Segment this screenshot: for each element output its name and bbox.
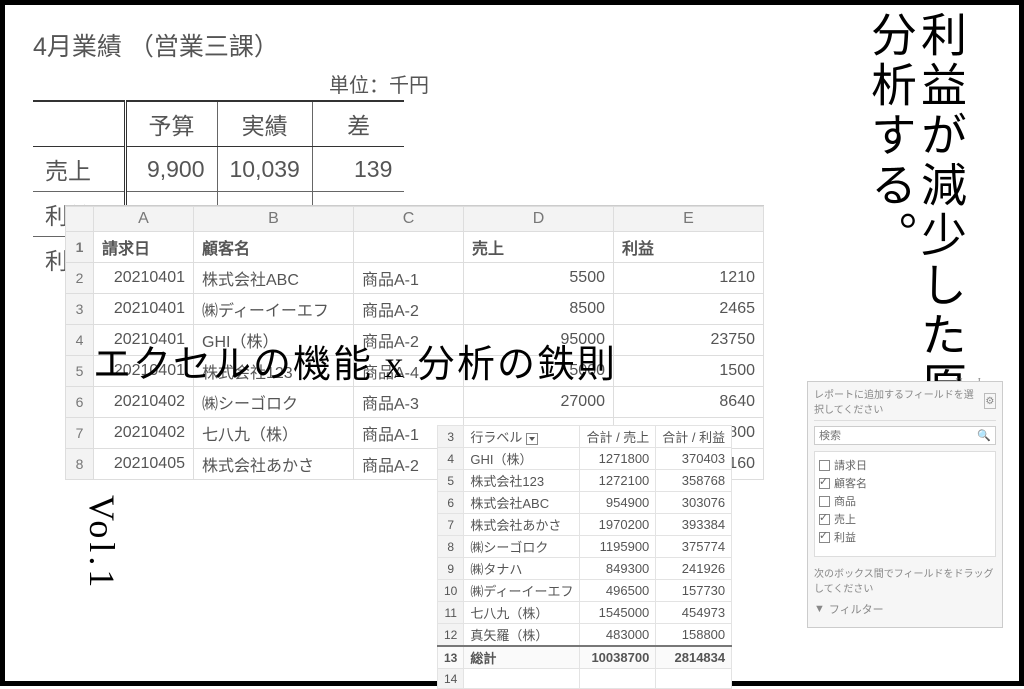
summary-hdr-blank [33,101,125,147]
hdr-customer[interactable]: 顧客名 [194,232,354,263]
subtitle: エクセルの機能 x 分析の鉄則 [93,333,617,388]
field-search[interactable]: 🔍 [814,426,996,445]
col-A[interactable]: A [94,207,194,232]
checkbox-icon[interactable] [819,460,830,471]
volume-label: Vol.1 [81,495,123,591]
pivot-row[interactable]: 7 株式会社あかさ 1970200 393384 [438,514,732,536]
col-B[interactable]: B [194,207,354,232]
dropdown-icon[interactable] [526,433,538,445]
summary-hdr-diff: 差 [312,101,404,147]
filter-section[interactable]: ▼ フィルター [814,601,996,617]
field-item[interactable]: 売上 [819,510,991,528]
checkbox-icon[interactable] [819,478,830,489]
col-E[interactable]: E [614,207,764,232]
pivot-sheet: 3 行ラベル 合計 / 売上 合計 / 利益 4 GHI（株） 1271800 … [437,425,732,689]
field-label: 利益 [834,529,856,545]
field-item[interactable]: 顧客名 [819,474,991,492]
pivot-row[interactable]: 5 株式会社123 1272100 358768 [438,470,732,492]
pivot-row[interactable]: 8 ㈱シーゴロク 1195900 375774 [438,536,732,558]
hdr-product[interactable] [354,232,464,263]
search-input[interactable] [819,430,977,442]
filter-icon: ▼ [814,603,825,615]
pivot-rownum-3[interactable]: 3 [438,426,464,448]
field-label: 売上 [834,511,856,527]
pivot-sum-sales-hdr[interactable]: 合計 / 売上 [580,426,656,448]
table-row[interactable]: 3 20210401 ㈱ディーイーエフ 商品A-2 8500 2465 [66,294,764,325]
search-icon: 🔍 [977,429,991,442]
field-item[interactable]: 請求日 [819,456,991,474]
field-label: 商品 [834,493,856,509]
field-label: 請求日 [834,457,867,473]
drag-note: 次のボックス間でフィールドをドラッグしてください [814,565,996,595]
summary-unit: 単位：千円 [33,69,429,98]
summary-title: 4月業績 （営業三課） [33,27,429,63]
checkbox-icon[interactable] [819,496,830,507]
fieldpanel-title: レポートに追加するフィールドを選択してください [814,386,984,416]
checkbox-icon[interactable] [819,532,830,543]
summary-hdr-budget: 予算 [125,101,217,147]
field-label: 顧客名 [834,475,867,491]
table-row[interactable]: 6 20210402 ㈱シーゴロク 商品A-3 27000 8640 [66,387,764,418]
summary-hdr-actual: 実績 [217,101,312,147]
field-list[interactable]: 請求日 顧客名 商品 売上 利益 [814,451,996,557]
checkbox-icon[interactable] [819,514,830,525]
pivot-row[interactable]: 6 株式会社ABC 954900 303076 [438,492,732,514]
pivot-row[interactable]: 12 真矢羅（株） 483000 158800 [438,624,732,647]
gear-icon[interactable]: ⚙ [984,393,996,409]
pivot-field-panel[interactable]: レポートに追加するフィールドを選択してください ⚙ 🔍 請求日 顧客名 商品 売… [807,381,1003,628]
table-row[interactable]: 2 20210401 株式会社ABC 商品A-1 5500 1210 [66,263,764,294]
row-1[interactable]: 1 [66,232,94,263]
pivot-row[interactable]: 10 ㈱ディーイーエフ 496500 157730 [438,580,732,602]
hdr-profit[interactable]: 利益 [614,232,764,263]
summary-row-sales: 売上 9,900 10,039 139 [33,147,404,192]
field-item[interactable]: 利益 [819,528,991,546]
field-item[interactable]: 商品 [819,492,991,510]
pivot-total-row[interactable]: 13 総計 10038700 2814834 [438,646,732,669]
pivot-row[interactable]: 4 GHI（株） 1271800 370403 [438,448,732,470]
corner-cell[interactable] [66,207,94,232]
title-vertical-line2: 分析する。 [857,11,923,261]
col-D[interactable]: D [464,207,614,232]
pivot-rowlabel-hdr[interactable]: 行ラベル [464,426,580,448]
pivot-sum-profit-hdr[interactable]: 合計 / 利益 [656,426,732,448]
pivot-row[interactable]: 11 七八九（株） 1545000 454973 [438,602,732,624]
pivot-row[interactable]: 9 ㈱タナハ 849300 241926 [438,558,732,580]
hdr-sales[interactable]: 売上 [464,232,614,263]
col-C[interactable]: C [354,207,464,232]
hdr-invoice-date[interactable]: 請求日 [94,232,194,263]
